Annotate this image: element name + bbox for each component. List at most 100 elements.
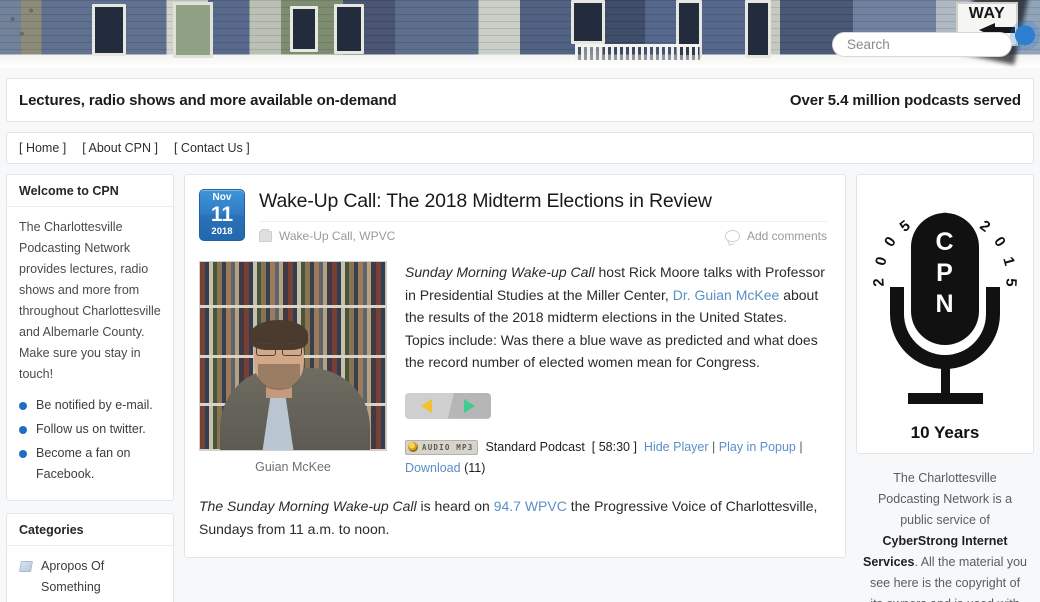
welcome-link-email[interactable]: Be notified by e-mail. <box>36 398 153 412</box>
article-categories: Wake-Up Call, WPVC <box>259 228 395 243</box>
bookshelf-row <box>200 262 386 308</box>
lead-italic-title: Sunday Morning Wake-up Call <box>405 264 595 280</box>
article-header: Nov 11 2018 Wake-Up Call: The 2018 Midte… <box>199 189 827 243</box>
logo-years-caption: 10 Years <box>910 423 980 442</box>
audio-mp3-badge-text: AUDIO MP3 <box>422 442 474 452</box>
welcome-link-twitter[interactable]: Follow us on twitter. <box>36 422 146 436</box>
article-closing-paragraph: The Sunday Morning Wake-up Call is heard… <box>199 495 827 541</box>
list-item[interactable]: Be notified by e-mail. <box>19 395 161 416</box>
microphone-base-icon <box>908 393 983 404</box>
microphone-yoke-icon <box>890 287 1000 369</box>
banner-window <box>745 0 771 58</box>
banner-window <box>571 0 605 44</box>
welcome-widget: Welcome to CPN The Charlottesville Podca… <box>6 174 174 501</box>
welcome-widget-body: The Charlottesville Podcasting Network p… <box>7 207 173 500</box>
station-link[interactable]: 94.7 WPVC <box>494 498 567 514</box>
list-item[interactable]: Become a fan on Facebook. <box>19 443 161 485</box>
page-columns: Welcome to CPN The Charlottesville Podca… <box>0 164 1040 602</box>
podcast-duration: [ 58:30 ] <box>591 439 637 454</box>
glasses-icon <box>256 343 302 356</box>
sponsor-blurb: The Charlottesville Podcasting Network i… <box>856 468 1034 602</box>
post-date-day: 11 <box>210 203 234 227</box>
photo-caption: Guian McKee <box>255 460 331 474</box>
article-comments: Add comments <box>724 229 827 243</box>
previous-triangle-icon <box>421 398 432 413</box>
tagline-left-text: Lectures, radio shows and more available… <box>19 91 397 109</box>
categories-widget: Categories Apropos Of Something <box>6 513 174 602</box>
category-folder-icon <box>19 561 33 572</box>
banner-tree <box>0 0 56 54</box>
cpn-letter-c: C <box>935 228 955 256</box>
search-box[interactable] <box>832 32 1012 57</box>
play-in-popup-link[interactable]: Play in Popup <box>719 440 796 454</box>
article-header-right: Wake-Up Call: The 2018 Midterm Elections… <box>259 189 827 243</box>
welcome-link-facebook[interactable]: Become a fan on Facebook. <box>36 446 131 481</box>
guest-profile-link[interactable]: Dr. Guian McKee <box>673 287 780 303</box>
article-category-link[interactable]: Wake-Up Call, WPVC <box>279 229 395 243</box>
audio-mp3-badge: AUDIO MP3 <box>405 439 479 455</box>
banner-door <box>173 2 213 58</box>
audio-player-controls[interactable] <box>405 392 491 419</box>
cpn-logo-widget: 2005-2015 C P N 10 Years <box>856 174 1034 454</box>
speaker-icon <box>408 442 418 453</box>
download-link[interactable]: Download <box>405 461 461 475</box>
categories-widget-body: Apropos Of Something <box>7 546 173 602</box>
person-beard <box>258 364 300 390</box>
article-body-row: Guian McKee Sunday Morning Wake-up Call … <box>199 261 827 479</box>
article-lead-paragraph: Sunday Morning Wake-up Call host Rick Mo… <box>405 261 827 374</box>
logo-arc-char: 1 <box>999 254 1018 268</box>
guest-photo-block: Guian McKee <box>199 261 387 474</box>
post-date-year: 2018 <box>211 226 233 238</box>
main-content: Nov 11 2018 Wake-Up Call: The 2018 Midte… <box>184 174 846 558</box>
right-sidebar: 2005-2015 C P N 10 Years The Charlottesv… <box>856 174 1034 602</box>
tagline-bar: Lectures, radio shows and more available… <box>6 78 1034 122</box>
hide-player-link[interactable]: Hide Player <box>644 440 709 454</box>
folder-icon <box>259 228 272 242</box>
play-triangle-icon <box>464 398 475 413</box>
sponsor-blurb-part1: The Charlottesville Podcasting Network i… <box>877 471 1013 527</box>
tagline-right-text: Over 5.4 million podcasts served <box>789 91 1021 109</box>
search-input[interactable] <box>832 32 1012 57</box>
logo-arc-char: 5 <box>1002 277 1020 288</box>
article-text-block: Sunday Morning Wake-up Call host Rick Mo… <box>405 261 827 479</box>
banner-window <box>92 4 126 56</box>
banner-window <box>334 4 364 54</box>
search-magnifier-decor-icon <box>1010 20 1040 54</box>
list-item[interactable]: Follow us on twitter. <box>19 419 161 440</box>
welcome-links-list: Be notified by e-mail. Follow us on twit… <box>19 395 161 485</box>
cpn-microphone-logo: 2005-2015 C P N <box>870 187 1020 419</box>
guest-photo <box>199 261 387 451</box>
separator: | <box>708 439 719 454</box>
logo-arc-char: 2 <box>870 277 888 288</box>
logo-arc-char: 0 <box>872 254 891 268</box>
category-label-apropos-of-something[interactable]: Apropos Of Something <box>41 559 104 594</box>
cpn-letter-p: P <box>936 259 954 287</box>
player-previous-button[interactable] <box>405 392 448 419</box>
post-date-month: Nov <box>212 192 232 204</box>
closing-italic-title: The Sunday Morning Wake-up Call <box>199 497 417 514</box>
logo-arc-char: 0 <box>990 233 1009 251</box>
logo-arc-char: 0 <box>881 233 900 251</box>
one-way-sign-text: WAY <box>968 5 1006 22</box>
nav-item-about-cpn[interactable]: [ About CPN ] <box>82 141 158 155</box>
closing-text-part1: is heard on <box>416 497 494 514</box>
categories-list: Apropos Of Something <box>19 556 161 598</box>
podcast-info-row: AUDIO MP3 Standard Podcast [ 58:30 ] Hid… <box>405 437 827 479</box>
welcome-widget-title: Welcome to CPN <box>7 175 173 207</box>
welcome-paragraph: The Charlottesville Podcasting Network p… <box>19 220 161 381</box>
comment-bubble-icon <box>724 230 740 242</box>
list-item[interactable]: Apropos Of Something <box>19 556 161 598</box>
categories-widget-title: Categories <box>7 514 173 546</box>
add-comments-link[interactable]: Add comments <box>747 229 827 243</box>
podcast-type-label: Standard Podcast <box>485 439 585 454</box>
player-play-button[interactable] <box>448 392 491 419</box>
post-date-badge: Nov 11 2018 <box>199 189 245 241</box>
separator: | <box>795 439 803 454</box>
nav-item-home[interactable]: [ Home ] <box>19 141 66 155</box>
download-count: (11) <box>464 460 486 475</box>
main-navigation: [ Home ] [ About CPN ] [ Contact Us ] <box>6 132 1034 164</box>
page-title: Wake-Up Call: The 2018 Midterm Elections… <box>259 190 712 212</box>
site-banner: WAY <box>0 0 1040 68</box>
article-meta-row: Wake-Up Call, WPVC Add comments <box>259 221 827 243</box>
nav-item-contact-us[interactable]: [ Contact Us ] <box>174 141 250 155</box>
